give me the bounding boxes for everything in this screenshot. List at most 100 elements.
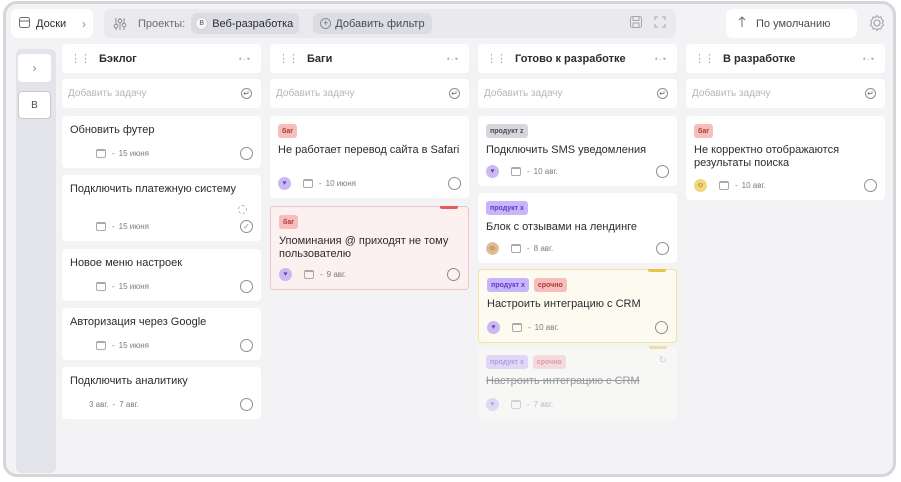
task-card[interactable]: Подключить аналитику 3 авг. - 7 авг. [62, 367, 261, 419]
column-menu-icon[interactable]: •·• [239, 54, 251, 64]
task-card[interactable]: Обновить футер - 15 июня [62, 116, 261, 168]
task-date: 15 июня [118, 222, 150, 231]
add-task-placeholder: Добавить задачу [276, 88, 355, 99]
task-card[interactable]: продукт x Блок с отзывами на лендинге ☺ … [478, 193, 677, 263]
add-filter-button[interactable]: + Добавить фильтр [313, 13, 432, 34]
task-start-date: 3 авг. [89, 400, 109, 409]
column-menu-icon[interactable]: •·• [655, 54, 667, 64]
task-date: 10 авг. [741, 181, 766, 190]
complete-toggle[interactable] [447, 268, 460, 281]
sidebar-project-badge[interactable]: В [18, 91, 51, 119]
task-tags: продукт x [486, 201, 669, 215]
board-icon [19, 16, 30, 31]
task-tags: продукт x срочно [486, 355, 669, 369]
complete-toggle[interactable] [864, 179, 877, 192]
loading-icon [238, 205, 247, 214]
complete-toggle[interactable] [656, 242, 669, 255]
calendar-icon [96, 222, 106, 231]
add-task-icon[interactable]: ↵ [865, 88, 876, 99]
column-ready: ⋮⋮ Готово к разработке •·• Добавить зада… [478, 44, 677, 419]
task-date: 7 авг. [533, 400, 554, 409]
priority-flag [648, 269, 666, 272]
complete-toggle[interactable] [448, 177, 461, 190]
calendar-icon [511, 167, 521, 176]
calendar-icon [96, 341, 106, 350]
filter-sliders-icon[interactable] [112, 16, 128, 32]
add-task-field[interactable]: Добавить задачу ↵ [686, 79, 885, 108]
projects-label: Проекты: [138, 17, 186, 30]
task-card[interactable]: Авторизация через Google - 15 июня [62, 308, 261, 360]
tag-urgent: срочно [533, 278, 567, 292]
task-date: 15 июня [118, 341, 150, 350]
add-task-icon[interactable]: ↵ [449, 88, 460, 99]
add-task-field[interactable]: Добавить задачу ↵ [478, 79, 677, 108]
task-card[interactable]: Новое меню настроек - 15 июня [62, 249, 261, 301]
task-date: 9 авг. [326, 270, 347, 279]
task-card[interactable]: Подключить платежную систему - 15 июня ✓ [62, 175, 261, 241]
breadcrumb[interactable]: Доски › [11, 9, 93, 38]
avatar: ♥ [487, 321, 500, 334]
task-meta: ♥ - 9 авг. [279, 268, 460, 281]
filter-bar: Проекты: В Веб-разработка + Добавить фил… [104, 9, 676, 38]
calendar-icon [96, 149, 106, 158]
task-card-ghost[interactable]: ↻ продукт x срочно Настроить интеграцию … [478, 346, 677, 419]
complete-toggle[interactable] [240, 147, 253, 160]
complete-toggle[interactable] [240, 398, 253, 411]
avatar: ☺ [694, 179, 707, 192]
drag-handle-icon[interactable]: ⋮⋮ [694, 52, 715, 65]
task-meta: ♥ - 10 авг. [487, 321, 668, 334]
task-title: Не корректно отображаются результаты пои… [694, 144, 840, 169]
check-icon[interactable]: ✓ [240, 220, 253, 233]
project-chip[interactable]: В Веб-разработка [191, 13, 300, 34]
task-card[interactable]: баг Не работает перевод сайта в Safari ♥… [270, 116, 469, 198]
add-task-field[interactable]: Добавить задачу ↵ [62, 79, 261, 108]
task-date: 7 авг. [119, 400, 139, 409]
column-header[interactable]: ⋮⋮ Готово к разработке •·• [478, 44, 677, 73]
calendar-icon [96, 282, 106, 291]
task-title: Авторизация через Google [70, 316, 207, 328]
gear-icon[interactable] [868, 14, 886, 35]
complete-toggle[interactable] [240, 280, 253, 293]
project-name: Веб-разработка [212, 17, 294, 30]
column-header[interactable]: ⋮⋮ Бэклог •·• [62, 44, 261, 73]
sort-selector[interactable]: По умолчанию [726, 9, 857, 38]
add-task-icon[interactable]: ↵ [241, 88, 252, 99]
add-task-field[interactable]: Добавить задачу ↵ [270, 79, 469, 108]
task-card[interactable]: баг Не корректно отображаются результаты… [686, 116, 885, 200]
tag-product-x: продукт x [486, 355, 528, 369]
complete-toggle[interactable] [655, 321, 668, 334]
priority-flag [649, 346, 667, 349]
tag-bug: баг [278, 124, 298, 138]
task-title: Не работает перевод сайта в Safari [278, 144, 460, 156]
column-menu-icon[interactable]: •·• [863, 54, 875, 64]
task-tags: баг [278, 124, 461, 138]
sort-label: По умолчанию [756, 17, 831, 30]
complete-toggle[interactable] [240, 339, 253, 352]
add-task-icon[interactable]: ↵ [657, 88, 668, 99]
complete-toggle[interactable] [656, 165, 669, 178]
task-title: Обновить футер [70, 124, 155, 136]
tag-product-x: продукт x [486, 201, 528, 215]
tag-urgent: срочно [532, 355, 566, 369]
task-tags: продукт x срочно [487, 278, 668, 292]
task-title: Настроить интеграцию с CRM [487, 298, 641, 310]
column-header[interactable]: ⋮⋮ В разработке •·• [686, 44, 885, 73]
task-meta: - 15 июня [70, 339, 253, 352]
drag-handle-icon[interactable]: ⋮⋮ [278, 52, 299, 65]
column-header[interactable]: ⋮⋮ Баги •·• [270, 44, 469, 73]
task-card[interactable]: продукт x срочно Настроить интеграцию с … [478, 269, 677, 343]
expand-icon[interactable] [654, 16, 666, 31]
save-icon[interactable] [630, 16, 642, 31]
calendar-icon [719, 181, 729, 190]
plus-icon: + [320, 18, 332, 29]
task-date: 15 июня [118, 149, 150, 158]
task-card[interactable]: продукт z Подключить SMS уведомления ♥ -… [478, 116, 677, 186]
app-window: Доски › Проекты: В Веб-разработка + Доба… [3, 1, 896, 477]
drag-handle-icon[interactable]: ⋮⋮ [486, 52, 507, 65]
avatar: ☺ [486, 242, 499, 255]
task-title: Новое меню настроек [70, 257, 183, 269]
task-card[interactable]: баг Упоминания @ приходят не тому пользо… [270, 206, 469, 290]
sidebar-expand-button[interactable]: › [18, 54, 51, 82]
column-menu-icon[interactable]: •·• [447, 54, 459, 64]
drag-handle-icon[interactable]: ⋮⋮ [70, 52, 91, 65]
